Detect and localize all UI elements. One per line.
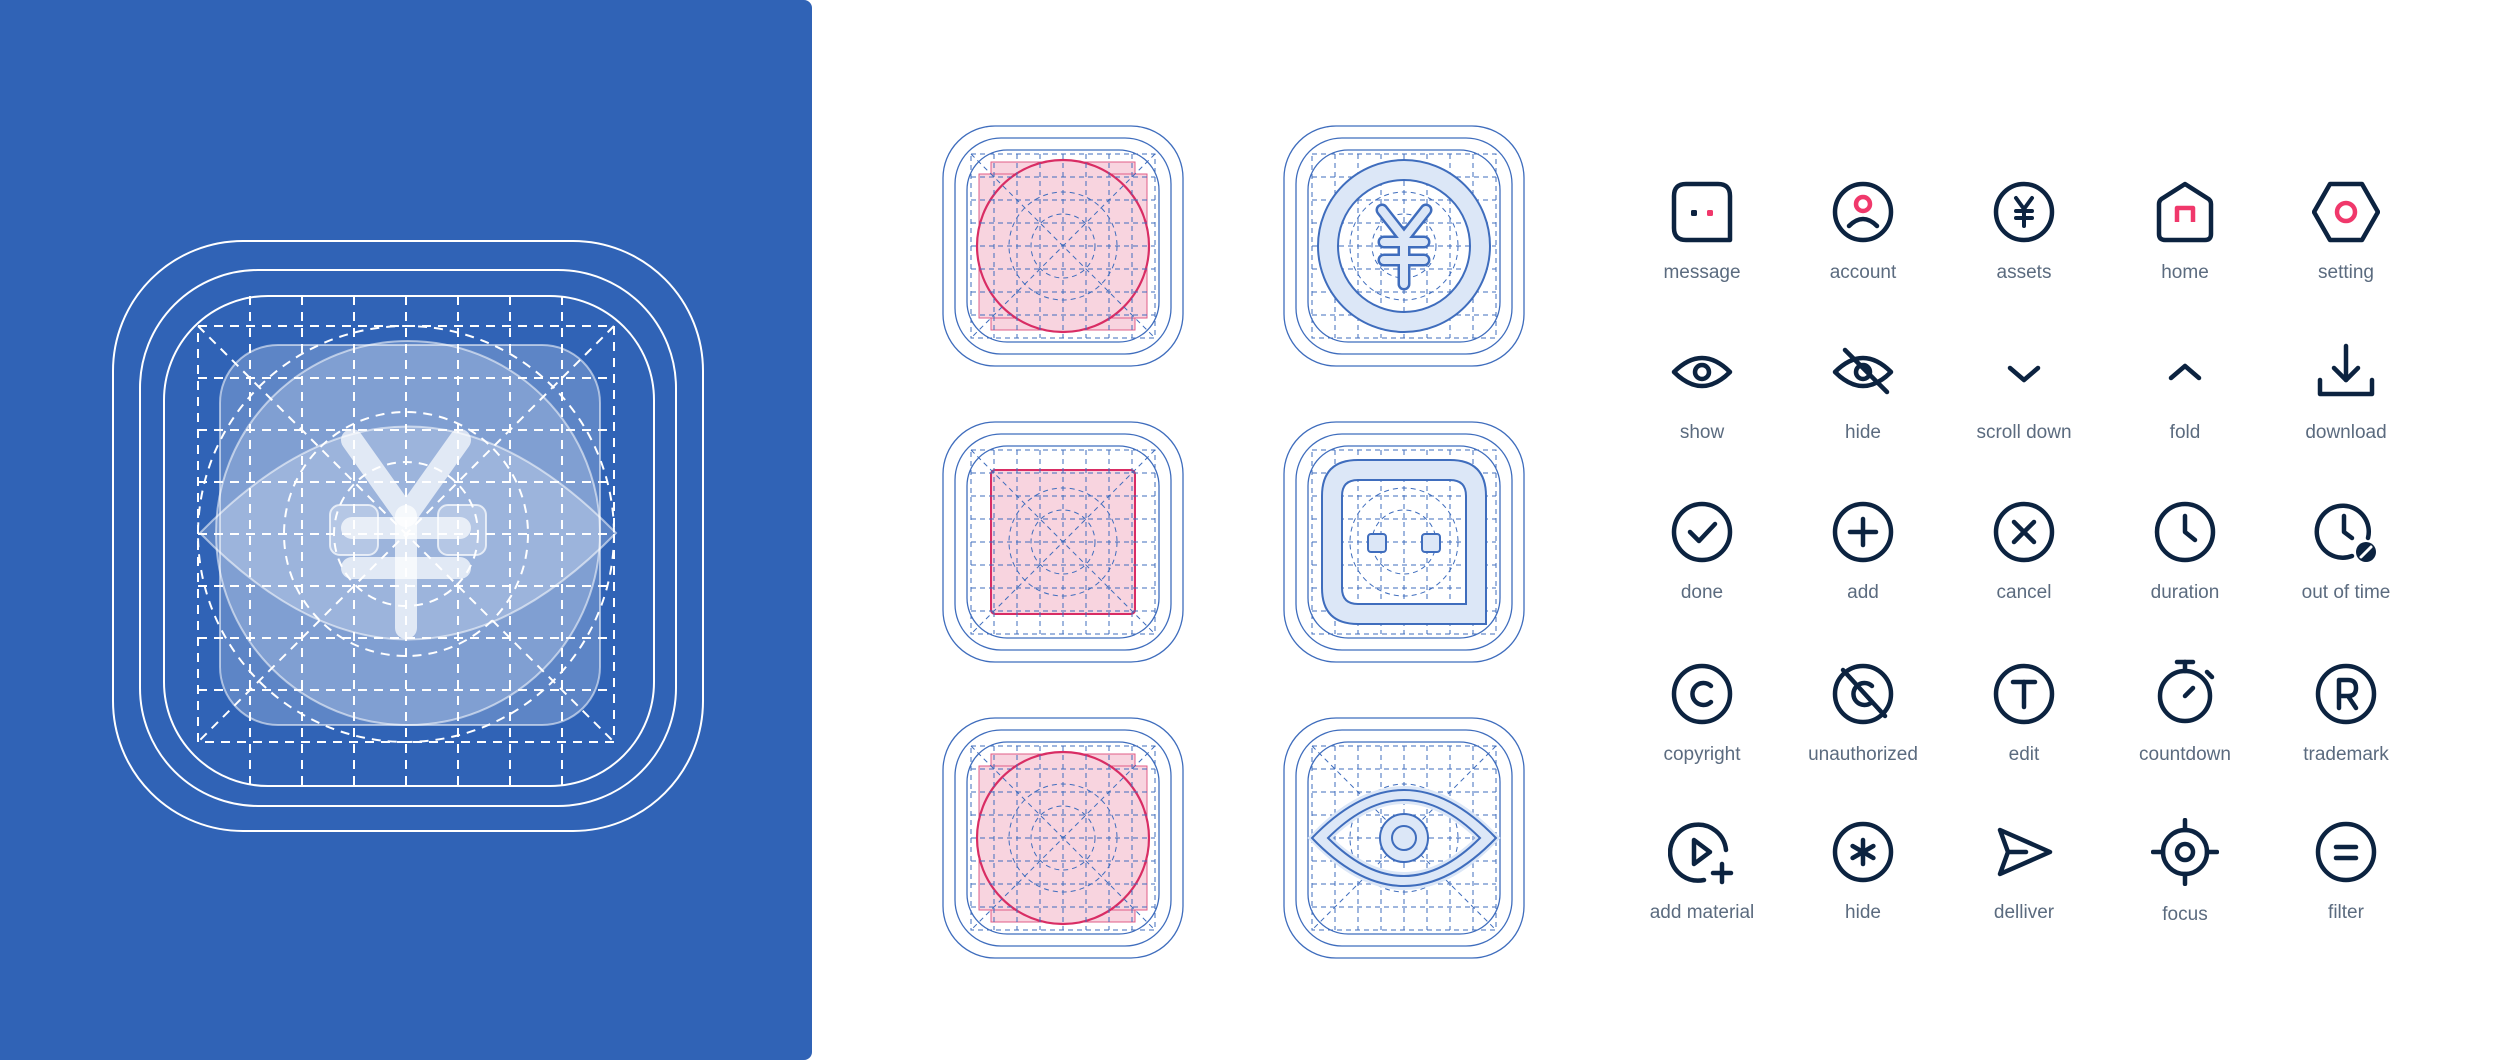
hide-icon — [1832, 347, 1894, 395]
download-icon — [2317, 343, 2375, 397]
focus-icon — [2151, 818, 2219, 886]
home-icon — [2156, 181, 2214, 243]
countdown-icon — [2157, 659, 2215, 724]
icon-cell-trademark[interactable]: trademark — [2246, 662, 2446, 782]
icon-label: trademark — [2303, 744, 2389, 765]
fold-icon — [2168, 363, 2202, 381]
keyline-card-circle — [941, 124, 1185, 368]
unauthorized-icon — [1832, 663, 1894, 725]
icon-label: filter — [2328, 902, 2364, 923]
add-material-icon — [1668, 822, 1734, 885]
duration-icon — [2154, 501, 2216, 563]
account-icon — [1832, 181, 1894, 243]
blueprint-panel — [0, 0, 812, 1060]
keyline-card-circle-2 — [941, 716, 1185, 960]
setting-icon — [2312, 181, 2380, 243]
keyline-card-square — [941, 420, 1185, 664]
out-of-time-icon — [2314, 503, 2376, 562]
keyline-card-message — [1282, 420, 1526, 664]
keyline-card-assets — [1282, 124, 1526, 368]
asterisk-hide-icon — [1832, 821, 1894, 883]
message-icon — [1671, 181, 1733, 243]
icon-cell-out-of-time[interactable]: out of time — [2246, 500, 2446, 620]
trademark-icon — [2315, 663, 2377, 725]
cancel-icon — [1993, 501, 2055, 563]
filter-icon — [2315, 821, 2377, 883]
icon-cell-filter[interactable]: filter — [2246, 820, 2446, 940]
copyright-icon — [1671, 663, 1733, 725]
icon-label: setting — [2318, 262, 2374, 283]
edit-icon — [1993, 663, 2055, 725]
done-icon — [1671, 501, 1733, 563]
keyline-card-eye — [1282, 716, 1526, 960]
icon-cell-download[interactable]: download — [2246, 340, 2446, 460]
deliver-icon — [1997, 827, 2053, 877]
assets-icon — [1993, 181, 2055, 243]
icon-label: download — [2305, 422, 2387, 443]
scroll-down-icon — [2007, 365, 2041, 383]
icon-label: out of time — [2301, 582, 2391, 603]
blueprint-grid-illustration — [112, 240, 704, 832]
icon-cell-setting[interactable]: setting — [2246, 180, 2446, 300]
show-icon — [1671, 355, 1733, 389]
add-icon — [1832, 501, 1894, 563]
